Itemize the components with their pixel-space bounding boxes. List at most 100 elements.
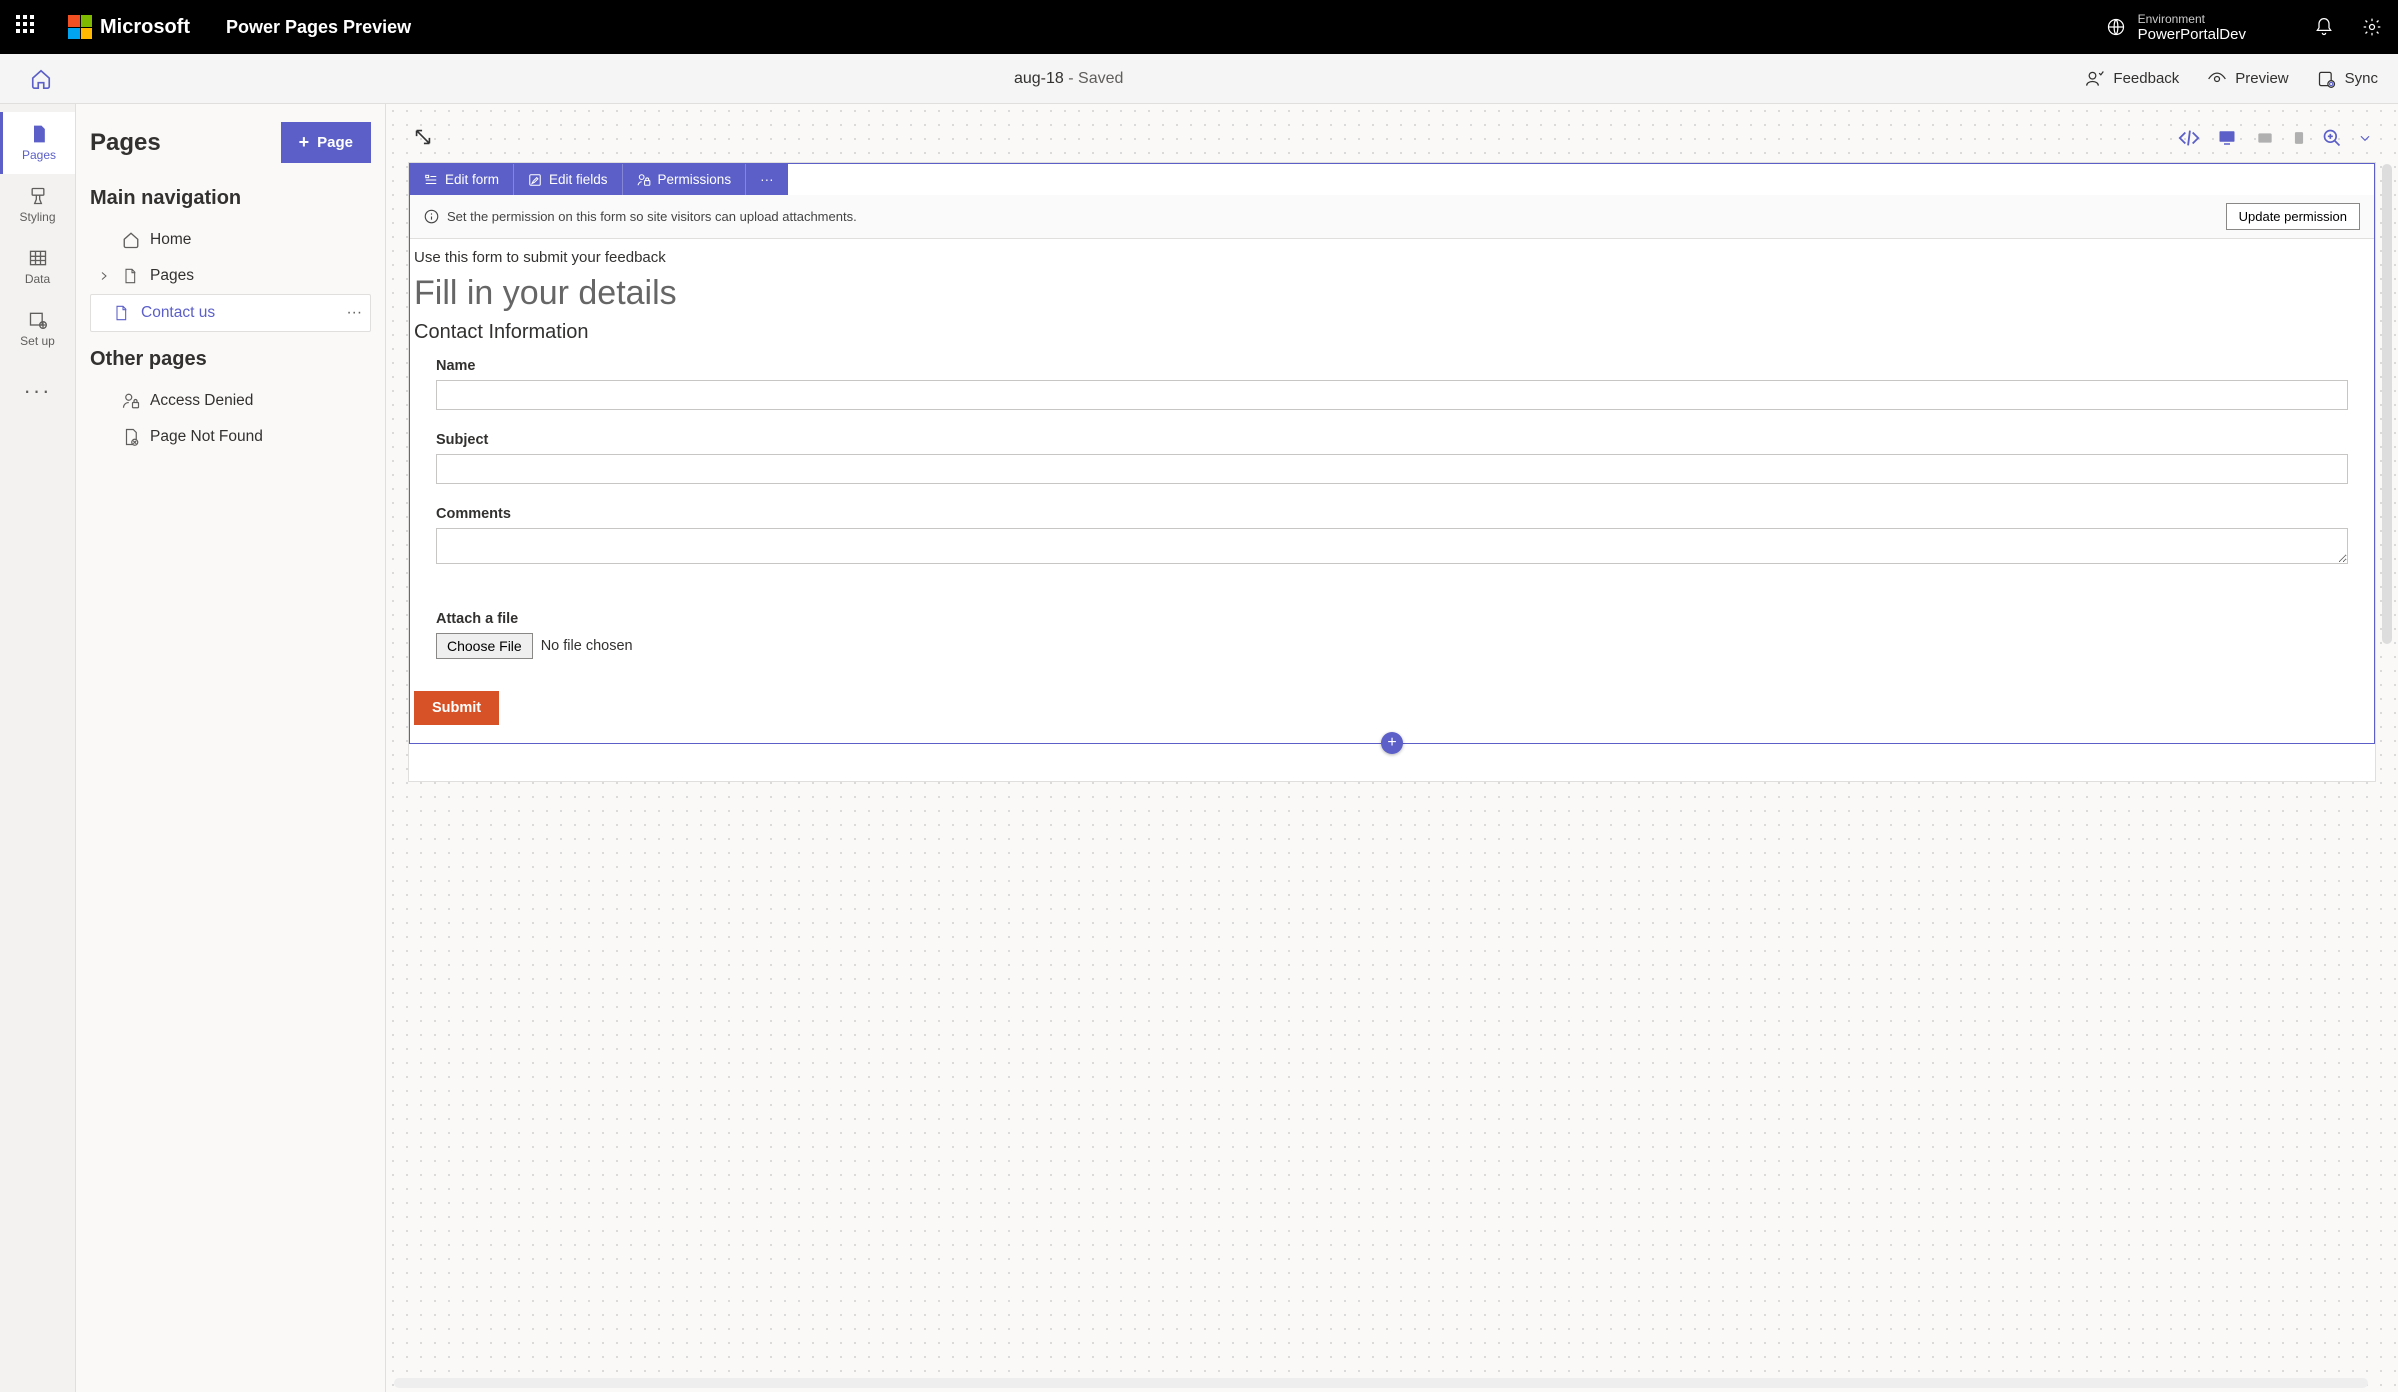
permissions-label: Permissions: [658, 172, 732, 187]
left-rail: Pages Styling Data Set up ···: [0, 104, 76, 1392]
person-lock-icon: [122, 392, 140, 410]
field-attach: Attach a file Choose File No file chosen: [410, 587, 2374, 677]
product-title: Power Pages Preview: [226, 17, 411, 38]
chevron-down-icon[interactable]: [2358, 131, 2372, 145]
notice-text: Set the permission on this form so site …: [447, 209, 857, 224]
canvas: Edit form Edit fields Permissions ···: [386, 104, 2398, 1392]
feedback-icon: [2085, 69, 2105, 89]
rail-more[interactable]: ···: [0, 360, 75, 422]
home-icon[interactable]: [30, 68, 52, 90]
bell-icon[interactable]: [2314, 17, 2334, 37]
edit-fields-label: Edit fields: [549, 172, 608, 187]
update-permission-button[interactable]: Update permission: [2226, 203, 2360, 230]
edit-fields-button[interactable]: Edit fields: [514, 164, 623, 195]
tablet-portrait-icon[interactable]: [2292, 128, 2306, 148]
rail-pages[interactable]: Pages: [0, 112, 75, 174]
feedback-label: Feedback: [2113, 70, 2179, 87]
tree-item-page-not-found[interactable]: Page Not Found: [90, 419, 371, 455]
sync-label: Sync: [2345, 70, 2378, 87]
environment-selector[interactable]: Environment PowerPortalDev: [2106, 12, 2246, 43]
fields-icon: [528, 173, 542, 187]
command-bar: aug-18 - Saved Feedback Preview Sync: [0, 54, 2398, 104]
document-icon: [122, 267, 140, 285]
form-heading: Fill in your details: [410, 266, 2374, 317]
resize-icon[interactable]: [412, 126, 436, 150]
new-page-button[interactable]: + Page: [281, 122, 371, 163]
chevron-right-icon: [98, 270, 112, 282]
table-icon: [28, 248, 48, 268]
preview-button[interactable]: Preview: [2207, 69, 2288, 89]
microsoft-logo: Microsoft: [68, 15, 190, 39]
ellipsis-icon[interactable]: ···: [347, 304, 363, 322]
pages-panel: Pages + Page Main navigation Home Pages: [76, 104, 386, 1392]
brush-icon: [28, 186, 48, 206]
form-toolbar: Edit form Edit fields Permissions ···: [410, 164, 788, 195]
vertical-scrollbar[interactable]: [2382, 164, 2392, 644]
environment-name: PowerPortalDev: [2138, 26, 2246, 43]
eye-icon: [2207, 69, 2227, 89]
name-input[interactable]: [436, 380, 2348, 410]
permission-notice: Set the permission on this form so site …: [410, 195, 2374, 239]
subject-input[interactable]: [436, 454, 2348, 484]
edit-form-button[interactable]: Edit form: [410, 164, 514, 195]
tree-item-access-denied[interactable]: Access Denied: [90, 383, 371, 419]
rail-pages-label: Pages: [22, 148, 56, 162]
lock-icon: [637, 173, 651, 187]
form-section-title: Contact Information: [410, 317, 2374, 354]
plus-icon: +: [299, 132, 310, 153]
sync-button[interactable]: Sync: [2317, 69, 2378, 89]
tree-label: Page Not Found: [150, 428, 263, 446]
form-component[interactable]: Edit form Edit fields Permissions ···: [409, 163, 2375, 744]
more-button[interactable]: ···: [746, 164, 788, 195]
document-error-icon: [122, 428, 140, 446]
name-label: Name: [436, 358, 2348, 374]
tree-label: Contact us: [141, 304, 215, 322]
field-comments: Comments: [410, 502, 2374, 587]
choose-file-button[interactable]: Choose File: [436, 633, 533, 659]
field-name: Name: [410, 354, 2374, 428]
attach-label: Attach a file: [436, 611, 2348, 627]
file-status: No file chosen: [541, 638, 633, 654]
home-icon: [122, 231, 140, 249]
section-main-nav: Main navigation: [90, 187, 371, 210]
tree-item-contact-us[interactable]: Contact us ···: [90, 294, 371, 332]
info-icon: [424, 209, 439, 224]
main-area: Pages Styling Data Set up ··· Pages: [0, 104, 2398, 1392]
edit-form-label: Edit form: [445, 172, 499, 187]
site-name: aug-18: [1014, 70, 1064, 87]
brand-text: Microsoft: [100, 16, 190, 39]
submit-button[interactable]: Submit: [414, 691, 499, 725]
rail-data[interactable]: Data: [0, 236, 75, 298]
environment-label: Environment: [2138, 12, 2246, 26]
permissions-button[interactable]: Permissions: [623, 164, 747, 195]
code-view-icon[interactable]: [2178, 127, 2200, 149]
tree-item-pages[interactable]: Pages: [90, 258, 371, 294]
field-subject: Subject: [410, 428, 2374, 502]
form-icon: [424, 173, 438, 187]
page-surface: Edit form Edit fields Permissions ···: [408, 162, 2376, 782]
rail-setup[interactable]: Set up: [0, 298, 75, 360]
panel-title: Pages: [90, 129, 161, 157]
rail-setup-label: Set up: [20, 334, 55, 348]
subject-label: Subject: [436, 432, 2348, 448]
view-controls: [2178, 127, 2372, 149]
rail-styling[interactable]: Styling: [0, 174, 75, 236]
comments-input[interactable]: [436, 528, 2348, 564]
waffle-icon[interactable]: [16, 15, 40, 39]
site-status: aug-18 - Saved: [52, 70, 2085, 88]
section-other-pages: Other pages: [90, 348, 371, 371]
zoom-icon[interactable]: [2322, 128, 2342, 148]
tree-label: Pages: [150, 267, 194, 285]
gear-icon[interactable]: [2362, 17, 2382, 37]
ellipsis-icon: ···: [24, 378, 52, 404]
add-section-button[interactable]: +: [1381, 732, 1403, 754]
feedback-button[interactable]: Feedback: [2085, 69, 2179, 89]
rail-data-label: Data: [25, 272, 50, 286]
desktop-view-icon[interactable]: [2216, 129, 2238, 147]
horizontal-scrollbar[interactable]: [394, 1378, 2368, 1388]
tree-item-home[interactable]: Home: [90, 222, 371, 258]
tree-label: Home: [150, 231, 191, 249]
tablet-landscape-icon[interactable]: [2254, 130, 2276, 146]
save-status: - Saved: [1064, 70, 1124, 87]
comments-label: Comments: [436, 506, 2348, 522]
